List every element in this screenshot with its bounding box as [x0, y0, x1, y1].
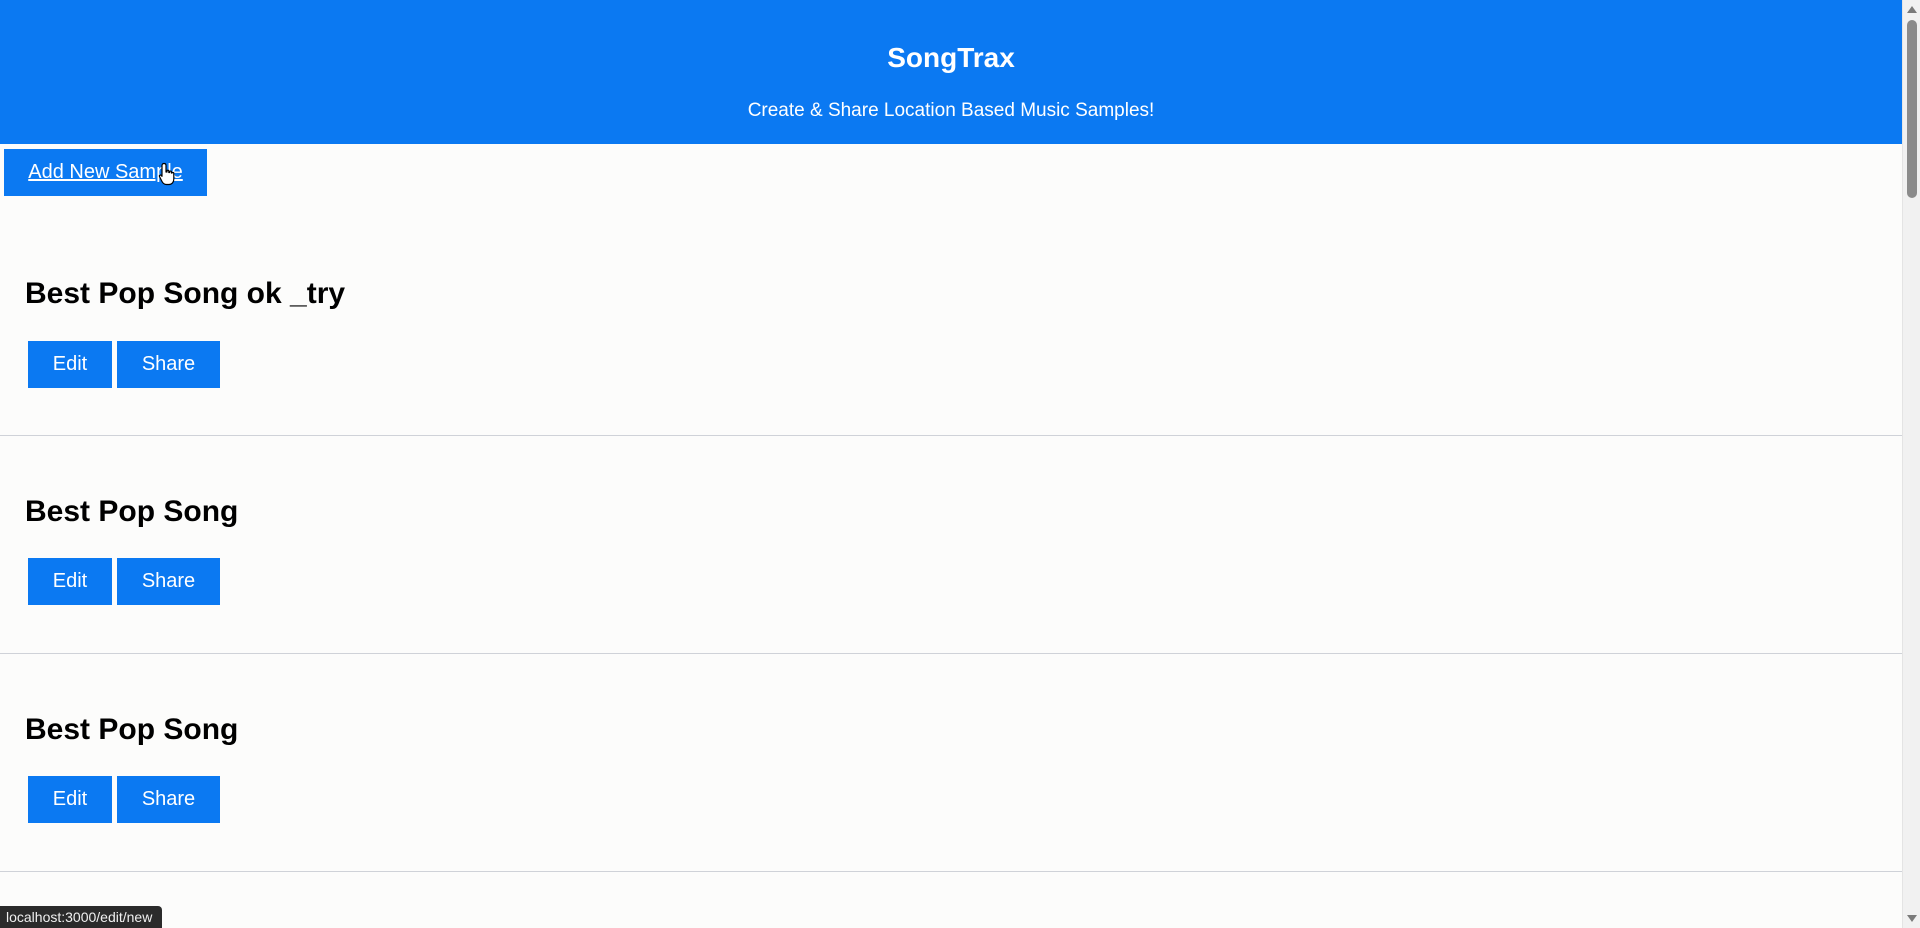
sample-item: Best Pop Song ok _try Edit Share [0, 218, 1902, 436]
app-subtitle: Create & Share Location Based Music Samp… [747, 100, 1155, 121]
sample-item: Best Pop Song Edit Share [0, 654, 1902, 872]
app-header: SongTrax Create & Share Location Based M… [0, 0, 1902, 144]
share-button[interactable]: Share [117, 776, 220, 823]
edit-button[interactable]: Edit [28, 558, 112, 605]
app-title: SongTrax [887, 42, 1015, 73]
sample-title: Best Pop Song [25, 713, 239, 746]
link-status-bar: localhost:3000/edit/new [0, 906, 163, 928]
edit-button[interactable]: Edit [28, 776, 112, 823]
share-button[interactable]: Share [117, 558, 220, 605]
add-new-sample-button[interactable]: Add New Sample [4, 149, 207, 196]
vertical-scrollbar[interactable] [1902, 0, 1920, 928]
sample-item: Best Pop Song Edit Share [0, 436, 1902, 654]
page: SongTrax Create & Share Location Based M… [0, 0, 1902, 928]
scrollbar-thumb[interactable] [1907, 20, 1917, 198]
browser-viewport: SongTrax Create & Share Location Based M… [0, 0, 1920, 928]
scroll-up-arrow-icon[interactable] [1907, 6, 1917, 13]
scroll-down-arrow-icon[interactable] [1907, 915, 1917, 922]
share-button[interactable]: Share [117, 341, 220, 388]
sample-title: Best Pop Song ok _try [25, 277, 346, 310]
sample-title: Best Pop Song [25, 495, 239, 528]
edit-button[interactable]: Edit [28, 341, 112, 388]
